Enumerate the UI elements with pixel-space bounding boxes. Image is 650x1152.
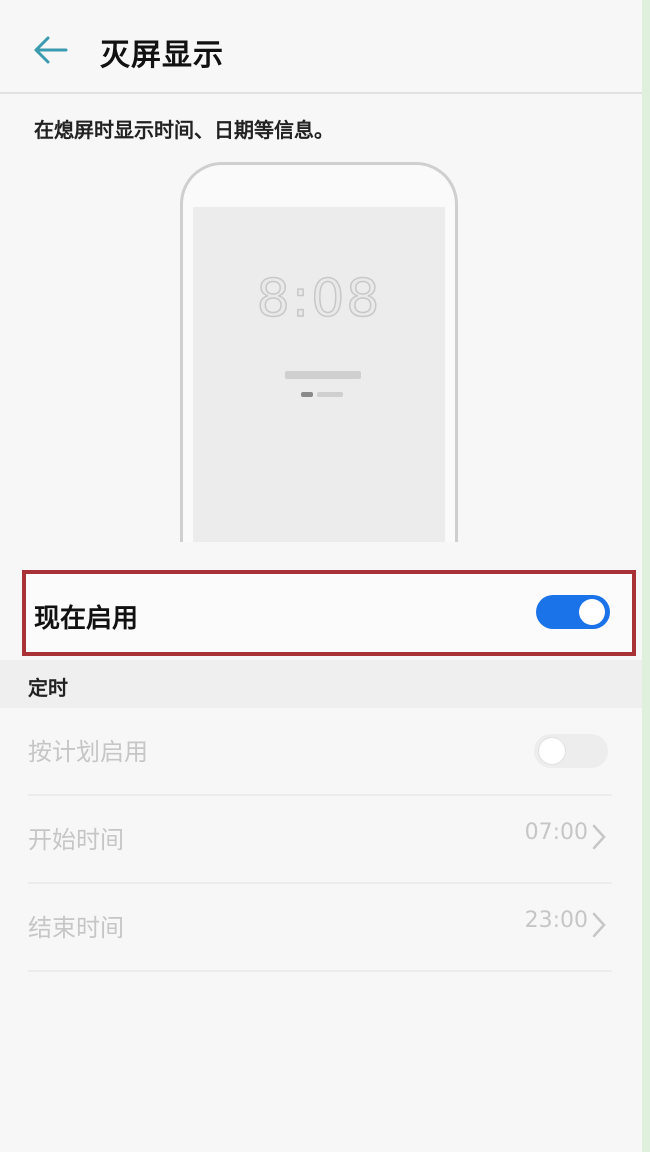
schedule-section-header: 定时	[0, 660, 642, 708]
preview-date-bar	[285, 371, 361, 379]
phone-preview: 8:08	[180, 162, 458, 542]
back-button[interactable]	[28, 28, 72, 72]
section-title: 定时	[28, 676, 68, 700]
end-time-row[interactable]: 结束时间 23:00	[28, 884, 612, 972]
feature-description: 在熄屏时显示时间、日期等信息。	[34, 118, 334, 142]
start-time-value: 07:00	[524, 820, 588, 845]
arrow-left-icon	[34, 36, 68, 64]
phone-preview-screen: 8:08	[193, 207, 445, 542]
row-label: 结束时间	[28, 914, 124, 942]
app-bar: 灭屏显示	[0, 0, 642, 94]
enable-now-toggle[interactable]	[536, 595, 610, 629]
end-time-value: 23:00	[524, 908, 588, 933]
enable-now-row[interactable]: 现在启用	[22, 570, 636, 656]
chevron-right-icon	[592, 912, 606, 938]
preview-clock: 8:08	[256, 268, 382, 330]
page-title: 灭屏显示	[100, 38, 224, 73]
toggle-knob	[579, 599, 605, 625]
row-label: 按计划启用	[28, 738, 148, 766]
enable-now-label: 现在启用	[34, 604, 139, 634]
start-time-row[interactable]: 开始时间 07:00	[28, 796, 612, 884]
row-label: 开始时间	[28, 826, 124, 854]
schedule-toggle[interactable]	[534, 734, 608, 768]
edge-strip	[642, 0, 650, 1152]
schedule-enable-row[interactable]: 按计划启用	[28, 708, 612, 796]
chevron-right-icon	[592, 824, 606, 850]
toggle-knob	[539, 738, 565, 764]
preview-status-dots	[301, 391, 345, 397]
